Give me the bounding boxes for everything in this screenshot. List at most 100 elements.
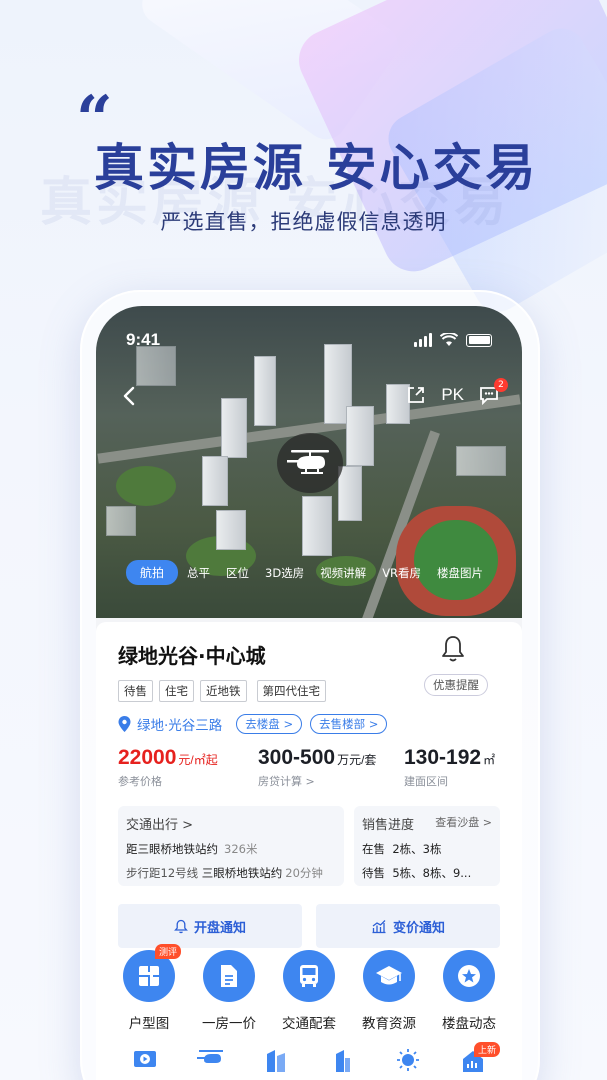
opening-notice-button[interactable]: 开盘通知 (118, 904, 302, 948)
building-icon (335, 1050, 350, 1072)
feature-label: 楼盘动态 (442, 1016, 496, 1032)
location-pin-icon (118, 716, 131, 732)
sales-buildings: 2栋、3栋 (392, 842, 442, 856)
buildings-icon (267, 1050, 286, 1072)
tag: 近地铁 (200, 680, 247, 702)
promo-headline: 真实房源 安心交易 (94, 139, 539, 197)
media-tab-3d[interactable]: 3D选房 (258, 561, 311, 585)
bus-icon (300, 965, 318, 987)
property-name: 绿地光谷·中心城 (118, 644, 266, 668)
new-badge: 上新 (474, 1042, 501, 1057)
traffic-line2-prefix: 步行距12号线 (126, 866, 199, 880)
trend-entry[interactable]: 上新 (440, 1042, 506, 1076)
price-value: 22000 (118, 746, 177, 769)
sales-status: 待售 (362, 866, 385, 880)
feature-floorplan[interactable]: 测评 户型图 (112, 944, 186, 1032)
tag: 住宅 (159, 680, 194, 702)
price-change-notice-button[interactable]: 变价通知 (316, 904, 500, 948)
price-unit: 元/㎡起 (178, 753, 218, 767)
status-time: 9:41 (126, 330, 161, 349)
go-to-building-button[interactable]: 去楼盘 > (236, 714, 303, 734)
property-card: 绿地光谷·中心城 优惠提醒 待售 住宅 近地铁 第四代住宅 绿地·光谷三路 去楼… (96, 622, 522, 1080)
area-range: 130-192 ㎡ 建面区间 (404, 746, 495, 789)
traffic-title: 交通出行 > (126, 818, 194, 833)
sunlight-entry[interactable] (375, 1048, 441, 1076)
sun-icon (396, 1049, 419, 1071)
feature-label: 教育资源 (362, 1016, 416, 1032)
feature-label: 户型图 (128, 1016, 170, 1032)
feature-price-per-unit[interactable]: 一房一价 (192, 950, 266, 1032)
traffic-line1: 距三眼桥地铁站约 (126, 842, 218, 856)
price-change-notice-label: 变价通知 (392, 920, 445, 936)
tag: 待售 (118, 680, 153, 702)
price-unit: 万元/套 (337, 753, 377, 767)
mortgage-calc-link[interactable]: 房贷计算 > (258, 773, 376, 789)
reference-price: 22000 元/㎡起 参考价格 (118, 746, 218, 789)
feature-education[interactable]: 教育资源 (352, 950, 426, 1032)
buildings-entry[interactable] (243, 1048, 309, 1076)
tag: 第四代住宅 (256, 680, 326, 702)
traffic-distance: 326米 (224, 842, 258, 856)
pk-button[interactable]: PK (441, 385, 464, 405)
bell-icon[interactable] (440, 634, 466, 664)
property-tags: 待售 住宅 近地铁 第四代住宅 (118, 680, 326, 702)
media-tab-aerial[interactable]: 航拍 (126, 560, 179, 585)
feature-news[interactable]: 楼盘动态 (432, 950, 506, 1032)
message-button[interactable]: 2 (478, 378, 508, 406)
chart-icon (372, 919, 386, 933)
back-arrow-icon[interactable] (118, 384, 142, 408)
signal-icon (414, 333, 432, 347)
phone-screen: 9:41 PK 2 航拍 总平 区位 3D选房 视频讲解 VR看房 楼盘图片 绿… (96, 306, 522, 1080)
go-to-sales-office-button[interactable]: 去售楼部 > (310, 714, 388, 734)
location-row: 绿地·光谷三路 去楼盘 > 去售楼部 > (118, 714, 388, 734)
media-tab-vr[interactable]: VR看房 (375, 561, 428, 585)
sales-progress-box: 销售进度 查看沙盘 > 在售 2栋、3栋 待售 5栋、8栋、9... (354, 806, 500, 886)
location-text[interactable]: 绿地·光谷三路 (137, 714, 222, 734)
aerial-entry[interactable] (178, 1048, 244, 1076)
video-icon (133, 1051, 156, 1067)
bell-icon (174, 919, 188, 933)
review-badge: 测评 (154, 944, 181, 959)
floorplan-icon (139, 966, 159, 986)
media-tab-location[interactable]: 区位 (219, 561, 256, 585)
feature-label: 交通配套 (282, 1016, 336, 1032)
aerial-play-button[interactable] (277, 433, 343, 493)
price-value: 130-192 (404, 746, 482, 769)
star-icon (458, 965, 480, 987)
notify-row: 开盘通知 变价通知 (118, 904, 500, 948)
feature-label: 一房一价 (202, 1016, 256, 1032)
promo-subhead: 严选直售，拒绝虚假信息透明 (160, 210, 447, 234)
secondary-icon-row: 上新 (112, 1042, 506, 1076)
sales-buildings: 5栋、8栋、9... (392, 866, 472, 880)
media-tab-photos[interactable]: 楼盘图片 (430, 561, 490, 585)
price-row: 22000 元/㎡起 参考价格 300-500 万元/套 房贷计算 > 130-19… (118, 746, 508, 794)
wifi-icon (440, 333, 458, 346)
battery-icon (466, 333, 492, 347)
top-actions: PK 2 (405, 378, 508, 406)
traffic-box[interactable]: 交通出行 > 距三眼桥地铁站约 326米 步行距12号线 三眼桥地铁站约 20分钟 (118, 806, 344, 886)
media-tab-video[interactable]: 视频讲解 (313, 561, 373, 585)
building-entry[interactable] (309, 1048, 375, 1076)
helicopter-icon (196, 1050, 223, 1063)
document-icon (221, 965, 237, 987)
media-tab-site-plan[interactable]: 总平 (180, 561, 217, 585)
message-badge: 2 (494, 378, 508, 392)
discount-alert-button[interactable]: 优惠提醒 (424, 674, 488, 696)
total-price[interactable]: 300-500 万元/套 房贷计算 > (258, 746, 376, 789)
view-sandbox-link[interactable]: 查看沙盘 > (435, 814, 492, 833)
sales-title: 销售进度 (362, 818, 415, 833)
helicopter-icon (287, 450, 329, 474)
media-tabs: 航拍 总平 区位 3D选房 视频讲解 VR看房 楼盘图片 (126, 560, 490, 585)
traffic-line2: 三眼桥地铁站约 (201, 866, 283, 880)
share-icon[interactable] (405, 384, 427, 406)
feature-transport[interactable]: 交通配套 (272, 950, 346, 1032)
video-entry[interactable] (112, 1048, 178, 1076)
price-label: 参考价格 (118, 775, 162, 788)
price-value: 300-500 (258, 746, 336, 769)
status-bar: 9:41 (126, 328, 492, 352)
opening-notice-label: 开盘通知 (193, 920, 246, 936)
feature-grid: 测评 户型图 一房一价 交通配套 教育资源 楼盘动态 (112, 944, 506, 1032)
sales-status: 在售 (362, 842, 385, 856)
graduation-cap-icon (376, 966, 402, 985)
traffic-time: 20分钟 (285, 866, 323, 880)
